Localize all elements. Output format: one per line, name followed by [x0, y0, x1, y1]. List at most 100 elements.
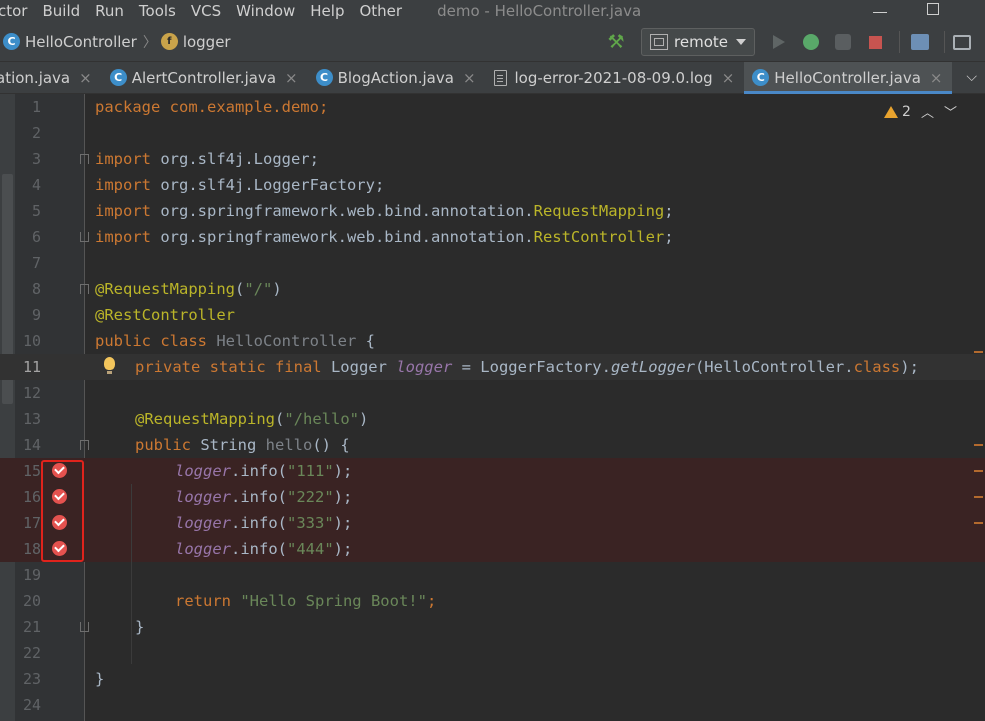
- tab-blog-action[interactable]: C BlogAction.java ×: [308, 62, 486, 93]
- menu-other[interactable]: Other: [359, 2, 402, 20]
- keyword: public: [135, 436, 201, 454]
- scroll-marker[interactable]: [974, 522, 983, 524]
- menu-vcs[interactable]: VCS: [191, 2, 221, 20]
- field-token: logger: [175, 462, 231, 480]
- tab-label: log-error-2021-08-09.0.log: [514, 68, 713, 87]
- string-token: "/hello": [284, 410, 359, 428]
- remote-config-icon: [650, 34, 669, 50]
- close-icon[interactable]: ×: [285, 69, 298, 87]
- code-text: return "Hello Spring Boot!";: [175, 588, 436, 614]
- line-number: 4: [31, 176, 41, 194]
- menu-window[interactable]: Window: [236, 2, 295, 20]
- indent-guide: [131, 484, 132, 664]
- string-token: "Hello Spring Boot!": [240, 592, 427, 610]
- code-text: @RestController: [95, 302, 235, 328]
- fold-icon[interactable]: [80, 284, 89, 294]
- code-token: org.springframework.web.bind.annotation.: [151, 228, 534, 246]
- code-line: 20 return "Hello Spring Boot!";: [0, 588, 985, 614]
- close-icon[interactable]: ×: [930, 69, 943, 87]
- code-text: @RequestMapping("/hello"): [135, 406, 368, 432]
- line-number: 2: [31, 124, 41, 142]
- fold-icon[interactable]: [80, 440, 89, 450]
- tab-list-chevron-down-icon[interactable]: ⌵: [966, 69, 977, 85]
- build-hammer-icon[interactable]: ⚒: [605, 31, 627, 53]
- code-line-current: 11 private static final Logger logger = …: [0, 354, 985, 380]
- code-token: );: [333, 514, 353, 532]
- menu-tools[interactable]: Tools: [139, 2, 176, 20]
- annotation-token: @RequestMapping: [95, 280, 235, 298]
- code-token: .info(: [231, 514, 287, 532]
- terminal-button[interactable]: [953, 30, 977, 54]
- code-text: import org.slf4j.LoggerFactory;: [95, 172, 384, 198]
- string-token: "444": [287, 540, 334, 558]
- code-token: .info(: [231, 540, 287, 558]
- coverage-button[interactable]: [831, 30, 855, 54]
- menu-help[interactable]: Help: [310, 2, 344, 20]
- menu-refactor[interactable]: ctor: [0, 2, 27, 20]
- tab-label: ation.java: [0, 68, 71, 87]
- code-token: );: [333, 462, 353, 480]
- fold-icon[interactable]: [80, 232, 89, 242]
- close-icon[interactable]: ×: [79, 69, 92, 87]
- run-button[interactable]: [767, 30, 791, 54]
- run-configuration-select[interactable]: remote: [641, 28, 755, 56]
- code-line: 12: [0, 380, 985, 406]
- tab-ation-java[interactable]: ation.java ×: [0, 62, 102, 93]
- tab-label: HelloController.java: [774, 68, 921, 87]
- minimize-icon[interactable]: [873, 11, 887, 13]
- tab-hello-controller[interactable]: C HelloController.java ×: [744, 62, 953, 94]
- code-line: 6 import org.springframework.web.bind.an…: [0, 224, 985, 250]
- scroll-marker[interactable]: [974, 496, 983, 498]
- keyword: public class: [95, 332, 217, 350]
- string-token: "/": [244, 280, 273, 298]
- code-token: org.slf4j.LoggerFactory;: [151, 176, 385, 194]
- menu-bar: ctor Build Run Tools VCS Window Help Oth…: [0, 0, 985, 22]
- code-line: 1 package com.example.demo;: [0, 94, 985, 120]
- tab-alert-controller[interactable]: C AlertController.java ×: [102, 62, 308, 93]
- code-editor[interactable]: 2 ︿ ﹀ 1 package com.example.demo; 2 3 im…: [0, 94, 985, 721]
- fold-icon[interactable]: [80, 154, 89, 164]
- fold-icon[interactable]: [80, 622, 89, 632]
- scroll-marker[interactable]: [974, 351, 983, 353]
- project-structure-button[interactable]: [908, 30, 932, 54]
- code-token: (: [234, 280, 245, 298]
- stop-button[interactable]: [863, 30, 887, 54]
- code-token: .info(: [231, 488, 287, 506]
- code-line-breakpoint: 16 logger.info("222");: [0, 484, 985, 510]
- code-line: 7: [0, 250, 985, 276]
- scroll-marker[interactable]: [974, 470, 983, 472]
- breadcrumb-class[interactable]: HelloController: [25, 33, 137, 51]
- annotation-token: @RequestMapping: [135, 410, 275, 428]
- code-token: ): [358, 410, 369, 428]
- class-icon: C: [752, 69, 770, 86]
- code-line: 24: [0, 692, 985, 718]
- breadcrumb-field[interactable]: logger: [183, 33, 231, 51]
- coverage-icon: [835, 34, 851, 50]
- close-icon[interactable]: ×: [722, 69, 735, 87]
- code-token: org.springframework.web.bind.annotation.: [151, 202, 534, 220]
- menu-run[interactable]: Run: [95, 2, 124, 20]
- scroll-marker[interactable]: [974, 444, 983, 446]
- line-number: 14: [22, 436, 41, 454]
- breakpoint-highlight-box: [41, 460, 84, 562]
- tab-log-file[interactable]: log-error-2021-08-09.0.log ×: [486, 62, 745, 93]
- breadcrumb: C HelloController 〉 f logger: [3, 32, 231, 52]
- run-toolbar: ⚒ remote: [605, 22, 985, 62]
- breadcrumb-separator-icon: 〉: [142, 34, 157, 51]
- code-line: 10 public class HelloController {: [0, 328, 985, 354]
- code-line: 2: [0, 120, 985, 146]
- menu-build[interactable]: Build: [42, 2, 80, 20]
- code-line: 5 import org.springframework.web.bind.an…: [0, 198, 985, 224]
- keyword: class: [853, 358, 901, 376]
- code-text: public String hello() {: [135, 432, 350, 458]
- close-icon[interactable]: ×: [463, 69, 476, 87]
- line-number: 18: [22, 540, 41, 558]
- string-token: "222": [287, 488, 334, 506]
- class-icon: C: [315, 69, 333, 86]
- line-number: 1: [31, 98, 41, 116]
- stop-icon: [868, 35, 882, 49]
- lightbulb-icon[interactable]: [104, 357, 115, 374]
- code-token: );: [900, 358, 919, 376]
- debug-button[interactable]: [799, 30, 823, 54]
- maximize-icon[interactable]: [927, 3, 939, 15]
